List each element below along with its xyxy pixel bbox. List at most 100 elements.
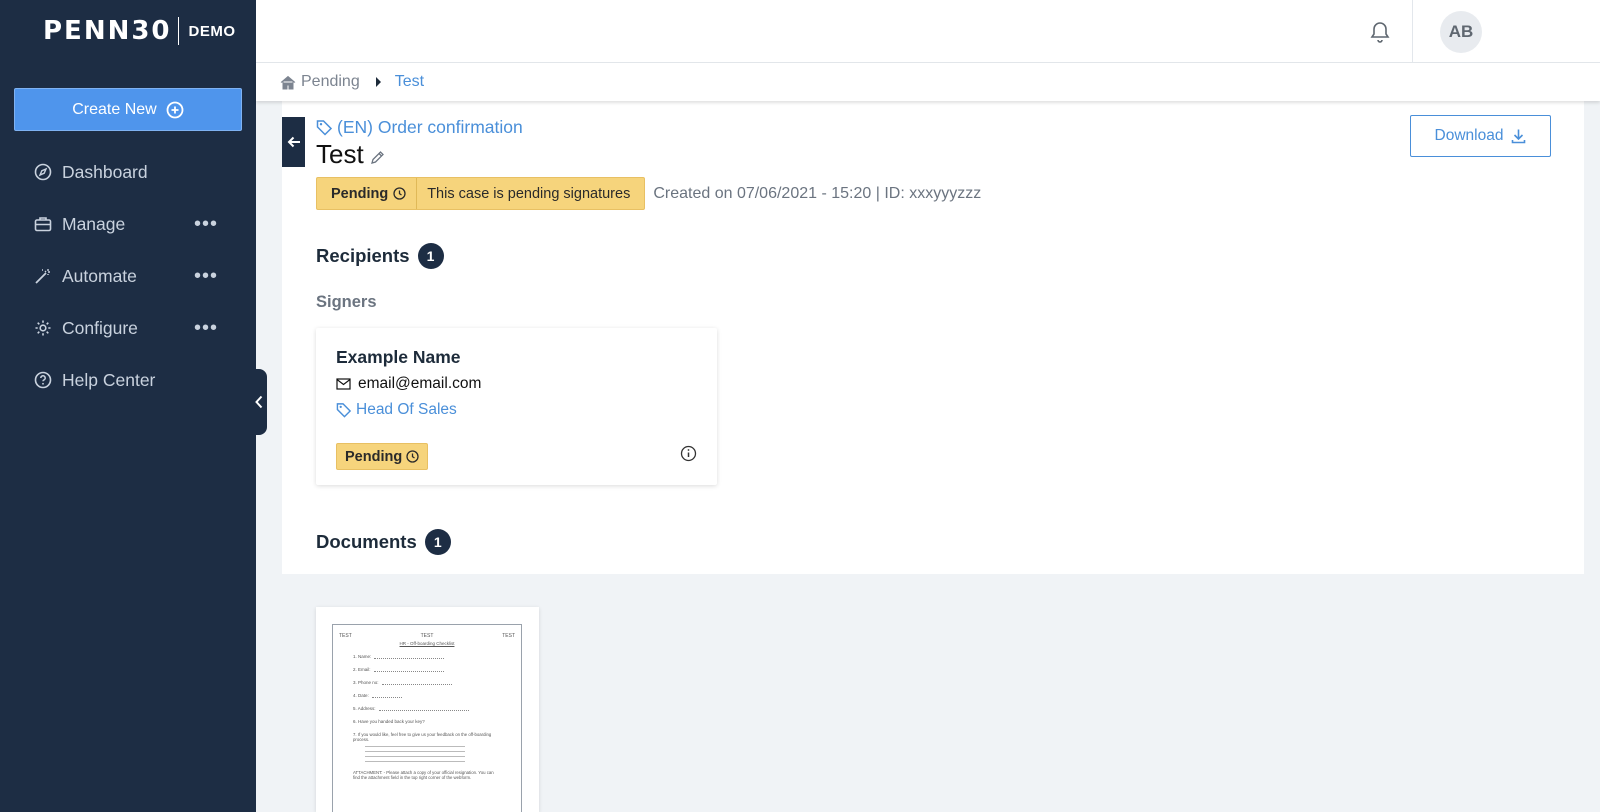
- doc-answer-line: [365, 761, 465, 762]
- breadcrumb-home-label: Pending: [301, 73, 360, 90]
- sidebar-item-label: Configure: [62, 317, 138, 338]
- case-status-row: Pending This case is pending signatures …: [316, 177, 981, 210]
- doc-header: TEST TEST TEST: [339, 633, 515, 639]
- doc-field-dots: [378, 707, 469, 711]
- doc-field-dots: [373, 668, 444, 672]
- chevron-left-icon: [255, 395, 263, 409]
- signer-role: Head Of Sales: [356, 401, 457, 418]
- signer-role-link[interactable]: Head Of Sales: [336, 401, 457, 419]
- top-bar: [256, 0, 1600, 63]
- doc-field-label: 1. Name:: [353, 654, 372, 659]
- status-badge: Pending This case is pending signatures: [316, 177, 646, 210]
- download-icon: [1512, 129, 1526, 144]
- sidebar-item-manage[interactable]: Manage •••: [0, 198, 256, 250]
- doc-field-label: 6. Have you handed back your key?: [353, 719, 425, 724]
- doc-field-dots: [381, 681, 452, 685]
- brand-name: PENN30: [43, 16, 172, 46]
- doc-field: 2. Email:: [353, 667, 515, 672]
- sidebar-item-automate[interactable]: Automate •••: [0, 250, 256, 302]
- breadcrumb-current[interactable]: Test: [395, 73, 424, 91]
- status-text: Pending: [331, 185, 389, 202]
- status-message: This case is pending signatures: [427, 185, 631, 202]
- signer-email-row: email@email.com: [336, 375, 481, 393]
- signer-status-badge: Pending: [336, 443, 429, 470]
- case-title-row: Test: [316, 139, 385, 170]
- recipients-title: Recipients: [316, 245, 410, 266]
- tag-icon: [336, 403, 352, 418]
- back-button[interactable]: [282, 117, 305, 167]
- arrow-left-icon: [287, 136, 300, 148]
- doc-field: 6. Have you handed back your key?: [353, 719, 515, 724]
- sidebar-item-configure[interactable]: Configure •••: [0, 302, 256, 354]
- doc-header-left: TEST: [339, 633, 352, 639]
- doc-question: 7. If you would like, feel free to give …: [353, 732, 492, 742]
- clock-icon: [406, 450, 419, 463]
- more-icon[interactable]: •••: [194, 266, 218, 286]
- create-new-button[interactable]: Create New: [14, 88, 242, 131]
- header-divider: [1412, 0, 1413, 63]
- doc-field-label: 5. Address:: [353, 706, 376, 711]
- recipients-count-badge: 1: [417, 243, 444, 269]
- doc-field-dots: [374, 655, 445, 659]
- signers-heading: Signers: [316, 293, 377, 311]
- signer-name: Example Name: [336, 347, 461, 367]
- doc-header-right: TEST: [502, 633, 515, 639]
- clock-icon: [393, 187, 406, 200]
- doc-field-label: 3. Phone no:: [353, 680, 379, 685]
- breadcrumb-home[interactable]: Pending: [280, 73, 360, 91]
- breadcrumb: Pending Test: [256, 63, 1600, 101]
- more-icon[interactable]: •••: [194, 318, 218, 338]
- signer-card: Example Name email@email.com Head Of Sal…: [316, 328, 717, 485]
- sidebar-collapse-button[interactable]: [251, 369, 267, 435]
- doc-answer-line: [365, 746, 465, 747]
- download-button[interactable]: Download: [1410, 115, 1551, 157]
- magic-wand-icon: [35, 269, 50, 284]
- sidebar-item-label: Manage: [62, 213, 126, 234]
- case-type-label: (EN) Order confirmation: [337, 117, 523, 137]
- case-meta: Created on 07/06/2021 - 15:20 | ID: xxxy…: [653, 184, 982, 202]
- brand-tag: DEMO: [188, 22, 236, 40]
- signer-email: email@email.com: [358, 375, 482, 392]
- documents-title: Documents: [316, 531, 417, 552]
- doc-header-center: TEST: [420, 633, 434, 639]
- doc-field-label: 2. Email:: [353, 667, 371, 672]
- envelope-icon: [336, 378, 351, 390]
- more-icon[interactable]: •••: [194, 214, 218, 234]
- doc-subtitle: HR - Off-boarding Checklist: [399, 641, 455, 646]
- sidebar: PENN30 DEMO Create New Dashboard Manage …: [0, 0, 256, 812]
- status-badge-label: Pending: [317, 178, 418, 209]
- doc-field: 5. Address:: [353, 706, 515, 711]
- brand-logo[interactable]: PENN30 DEMO: [43, 16, 236, 46]
- sidebar-item-label: Help Center: [62, 369, 156, 390]
- plus-circle-icon: [166, 101, 184, 118]
- doc-answer-line: [365, 751, 465, 752]
- doc-answer-line: [365, 756, 465, 757]
- documents-heading: Documents 1: [316, 529, 451, 555]
- page-title: Test: [316, 139, 364, 169]
- doc-field: 4. Date:: [353, 693, 515, 698]
- signer-status-text: Pending: [345, 448, 403, 465]
- breadcrumb-separator-icon: [375, 77, 381, 87]
- sidebar-item-dashboard[interactable]: Dashboard: [0, 146, 256, 198]
- sidebar-item-help-center[interactable]: Help Center: [0, 354, 256, 406]
- help-circle-icon: [34, 371, 52, 389]
- notifications-bell-icon[interactable]: [1369, 20, 1391, 49]
- sidebar-nav: Dashboard Manage ••• Automate ••• Config…: [0, 146, 256, 406]
- user-avatar[interactable]: AB: [1440, 11, 1482, 53]
- doc-field-label: 4. Date:: [353, 693, 369, 698]
- download-label: Download: [1434, 127, 1504, 144]
- sidebar-item-label: Automate: [62, 265, 137, 286]
- create-new-label: Create New: [72, 100, 157, 118]
- gear-icon: [35, 320, 51, 336]
- pencil-icon[interactable]: [370, 150, 385, 165]
- info-icon[interactable]: [680, 445, 697, 462]
- tag-icon: [316, 120, 333, 136]
- case-type-link[interactable]: (EN) Order confirmation: [316, 117, 523, 138]
- sidebar-item-label: Dashboard: [62, 161, 148, 182]
- doc-field: 3. Phone no:: [353, 680, 515, 685]
- logo-divider: [177, 17, 179, 45]
- document-page-preview: TEST TEST TEST HR - Off-boarding Checkli…: [332, 624, 522, 812]
- document-thumbnail[interactable]: TEST TEST TEST HR - Off-boarding Checkli…: [316, 607, 539, 812]
- doc-attachment-note: ATTACHMENT: - Please attach a copy of yo…: [353, 770, 494, 780]
- home-icon: [280, 75, 296, 89]
